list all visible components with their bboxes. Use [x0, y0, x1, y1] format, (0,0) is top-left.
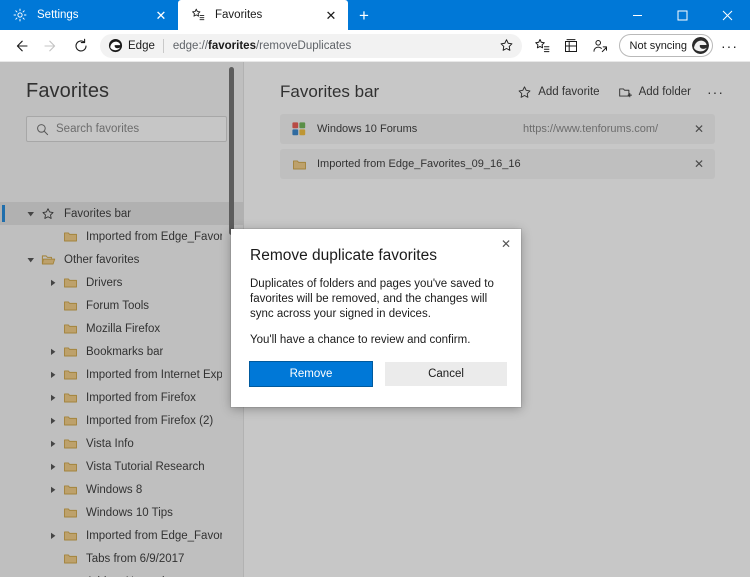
tab-close-icon[interactable]: ✕ [150, 4, 172, 26]
gear-icon [12, 7, 28, 23]
collections-icon[interactable] [557, 32, 586, 60]
url-highlight: favorites [208, 39, 256, 52]
favorite-star-icon[interactable] [496, 35, 518, 57]
dialog-close-icon[interactable]: ✕ [494, 232, 518, 256]
address-bar[interactable]: Edge edge://favorites/removeDuplicates [100, 33, 522, 58]
dialog-title: Remove duplicate favorites [250, 247, 437, 264]
tab-label: Settings [37, 9, 79, 21]
favorites-star-list-icon [190, 7, 206, 23]
tab-strip: Settings ✕ Favorites ✕ + [0, 0, 750, 30]
url-prefix: edge:// [172, 39, 209, 52]
dialog-paragraph: You'll have a chance to review and confi… [250, 334, 471, 346]
tab-favorites[interactable]: Favorites ✕ [178, 0, 348, 30]
avatar [692, 37, 709, 54]
maximize-button[interactable] [660, 0, 705, 30]
browser-window: Settings ✕ Favorites ✕ + Edge edge://fav… [0, 0, 750, 577]
share-profile-icon[interactable] [586, 32, 615, 60]
tab-close-icon[interactable]: ✕ [320, 4, 342, 26]
refresh-button[interactable] [66, 32, 96, 60]
settings-and-more-button[interactable]: ··· [715, 32, 744, 60]
omnibox-separator [162, 38, 164, 53]
back-button[interactable] [6, 32, 36, 60]
dialog-paragraph: Duplicates of folders and pages you've s… [250, 278, 494, 320]
edge-logo-icon [108, 38, 123, 53]
tab-label: Favorites [215, 9, 263, 21]
window-controls [615, 0, 750, 30]
remove-duplicates-dialog: ✕ Remove duplicate favorites Duplicates … [231, 229, 521, 407]
url-text: edge://favorites/removeDuplicates [173, 40, 496, 52]
minimize-button[interactable] [615, 0, 660, 30]
tab-settings[interactable]: Settings ✕ [0, 0, 178, 30]
cancel-button[interactable]: Cancel [385, 362, 507, 386]
forward-button[interactable] [36, 32, 66, 60]
remove-button[interactable]: Remove [249, 361, 373, 387]
favorites-list-icon[interactable] [528, 32, 557, 60]
edge-label: Edge [128, 39, 155, 52]
url-suffix: /removeDuplicates [255, 39, 352, 52]
profile-button[interactable]: Not syncing [618, 34, 713, 57]
close-button[interactable] [705, 0, 750, 30]
dialog-buttons: Remove Cancel [249, 361, 507, 387]
dialog-body: Duplicates of folders and pages you've s… [231, 265, 521, 348]
profile-status-label: Not syncing [629, 39, 687, 52]
browser-toolbar: Edge edge://favorites/removeDuplicates N… [0, 30, 750, 62]
new-tab-button[interactable]: + [348, 0, 380, 30]
